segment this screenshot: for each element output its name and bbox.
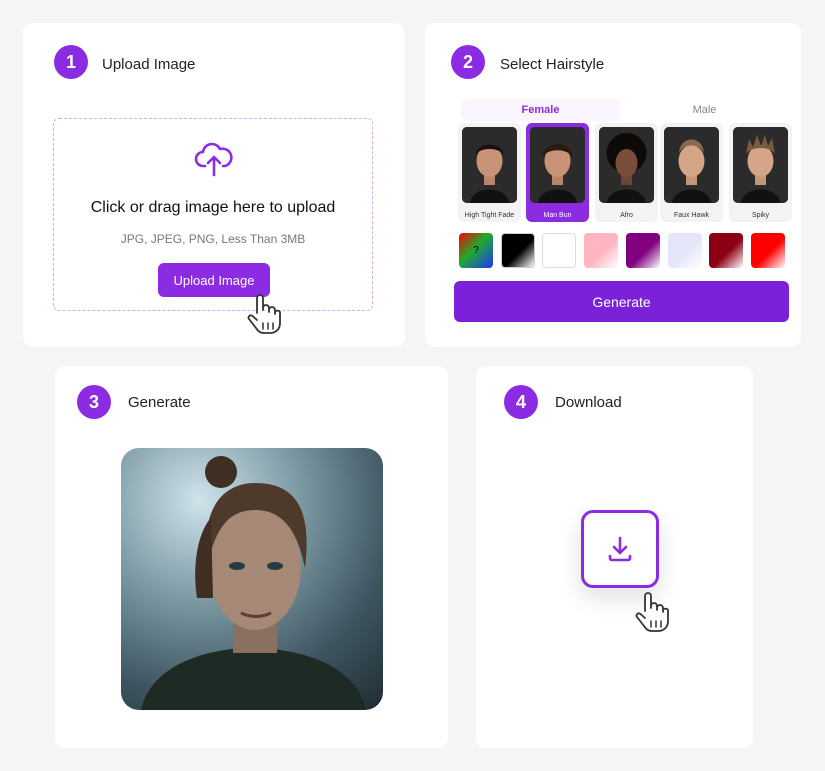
- hairstyle-option-spiky[interactable]: Spiky: [729, 123, 792, 222]
- dropzone-title: Click or drag image here to upload: [90, 199, 336, 216]
- hand-cursor-icon: [635, 592, 669, 632]
- upload-dropzone[interactable]: Click or drag image here to upload JPG, …: [53, 118, 373, 311]
- generate-card: 3 Generate: [55, 366, 448, 748]
- color-swatch-purple[interactable]: [626, 233, 660, 268]
- color-swatch-pink[interactable]: [584, 233, 618, 268]
- download-card: 4 Download: [476, 366, 753, 748]
- tab-male[interactable]: Male: [625, 99, 784, 121]
- hand-cursor-icon: [247, 294, 281, 334]
- step-2-title: Select Hairstyle: [500, 56, 605, 73]
- hairstyle-card: 2 Select Hairstyle Female Male High Tigh…: [425, 23, 801, 347]
- hairstyle-label: High Tight Fade: [464, 212, 515, 219]
- hairstyle-thumbnail: [462, 127, 517, 203]
- download-icon: [608, 536, 632, 562]
- upload-card: 1 Upload Image Click or drag image here …: [23, 23, 405, 347]
- hairstyle-label: Spiky: [751, 212, 770, 219]
- hairstyle-label: Faux Hawk: [673, 212, 709, 219]
- hairstyle-thumbnail: [664, 127, 719, 203]
- step-1-title: Upload Image: [102, 56, 196, 73]
- dropzone-subtitle: JPG, JPEG, PNG, Less Than 3MB: [120, 232, 306, 246]
- color-swatch-red[interactable]: [751, 233, 785, 268]
- cloud-upload-icon: [194, 142, 233, 177]
- hairstyle-option-afro[interactable]: Afro: [595, 123, 658, 222]
- step-4-badge: 4: [504, 385, 538, 419]
- color-swatch-white[interactable]: [542, 233, 576, 268]
- upload-image-button[interactable]: Upload Image: [158, 263, 270, 297]
- hairstyle-option-faux-hawk[interactable]: Faux Hawk: [660, 123, 723, 222]
- tab-female[interactable]: Female: [461, 99, 620, 121]
- hairstyle-option-high-tight-fade[interactable]: High Tight Fade: [458, 123, 521, 222]
- step-1-badge: 1: [54, 45, 88, 79]
- step-3-badge: 3: [77, 385, 111, 419]
- hairstyle-thumbnail: [733, 127, 788, 203]
- generated-portrait-image: [121, 448, 383, 710]
- generate-button[interactable]: Generate: [454, 281, 789, 322]
- color-swatch-lavender[interactable]: [668, 233, 702, 268]
- hairstyle-thumbnail: [599, 127, 654, 203]
- hairstyle-thumbnail: [530, 127, 585, 203]
- hairstyle-option-man-bun[interactable]: Man Bun: [526, 123, 589, 222]
- color-swatch-random[interactable]: ?: [459, 233, 493, 268]
- hairstyle-label: Afro: [620, 212, 633, 219]
- color-swatch-black[interactable]: [501, 233, 535, 268]
- step-2-badge: 2: [451, 45, 485, 79]
- step-3-title: Generate: [128, 394, 191, 411]
- download-button[interactable]: [581, 510, 659, 588]
- step-4-title: Download: [555, 394, 622, 411]
- color-swatch-dark-red[interactable]: [709, 233, 743, 268]
- hairstyle-label: Man Bun: [543, 212, 572, 219]
